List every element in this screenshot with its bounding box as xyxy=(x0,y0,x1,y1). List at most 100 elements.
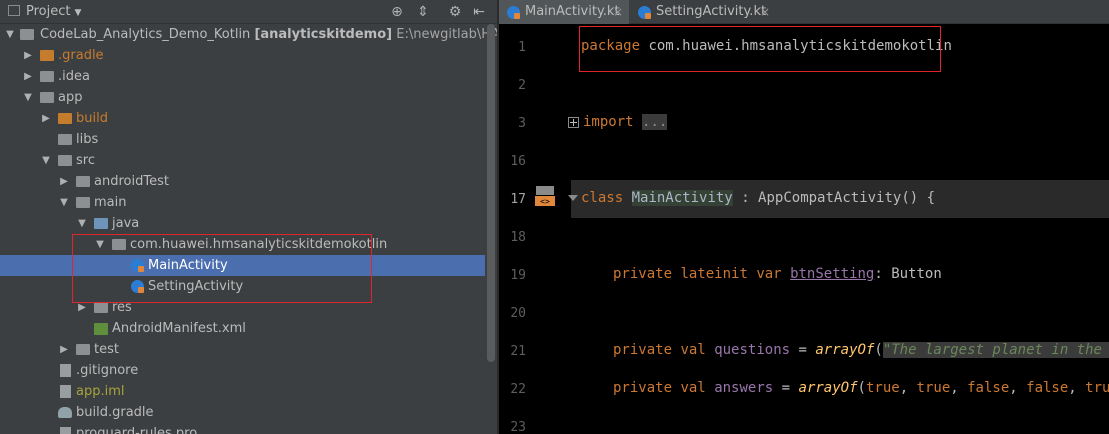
chevron-right-icon[interactable]: ▶ xyxy=(58,171,70,192)
tree-row-app[interactable]: ▼ app xyxy=(0,87,485,108)
chevron-down-icon[interactable]: ▼ xyxy=(22,87,34,108)
paren: ( xyxy=(857,380,866,396)
manifest-icon xyxy=(94,323,108,335)
chevron-right-icon[interactable]: ▶ xyxy=(22,66,34,87)
tree-row-gradle-dir[interactable]: ▶ .gradle xyxy=(0,45,485,66)
tree-row-proguard[interactable]: proguard-rules.pro xyxy=(0,423,485,434)
tree-row-test[interactable]: ▶ test xyxy=(0,339,485,360)
folded-imports[interactable]: ... xyxy=(642,114,668,130)
keyword: val xyxy=(680,380,706,396)
property-name: btnSetting xyxy=(790,266,875,282)
chevron-down-icon[interactable]: ▼ xyxy=(40,150,52,171)
tree-row-java[interactable]: ▼ java xyxy=(0,213,485,234)
code-line-22[interactable]: private val answers = arrayOf(true, true… xyxy=(613,380,1109,396)
code-line-19[interactable]: private lateinit var btnSetting: Button xyxy=(613,266,942,282)
property-name: answers xyxy=(714,380,774,396)
close-icon[interactable]: × xyxy=(613,0,623,24)
tree-label: AndroidManifest.xml xyxy=(112,321,246,336)
project-scrollbar[interactable] xyxy=(487,24,495,362)
tree-row-build-gradle[interactable]: build.gradle xyxy=(0,402,485,423)
project-panel: Project ▼ ⊕ ⇕ ⚙ ⇤ ▼ CodeLab_Analytics_Dem… xyxy=(0,0,497,434)
line-number: 3 xyxy=(518,116,526,131)
fold-icon[interactable] xyxy=(568,195,578,201)
tree-row-libs[interactable]: libs xyxy=(0,129,485,150)
separator: , xyxy=(950,380,968,396)
expand-icon[interactable] xyxy=(568,117,579,128)
code-line-3[interactable]: import ... xyxy=(583,114,668,130)
tree-label: app.iml xyxy=(76,384,125,399)
chevron-right-icon[interactable]: ▶ xyxy=(40,108,52,129)
project-tree: ▼ CodeLab_Analytics_Demo_Kotlin [analyti… xyxy=(0,24,497,434)
keyword: class xyxy=(581,190,624,206)
folder-icon xyxy=(76,344,90,355)
collapse-icon[interactable]: ⇕ xyxy=(414,3,432,21)
project-panel-header: Project ▼ ⊕ ⇕ ⚙ ⇤ xyxy=(0,0,497,24)
project-view-selector[interactable]: Project ▼ xyxy=(8,4,81,19)
chevron-right-icon[interactable]: ▶ xyxy=(22,45,34,66)
target-icon[interactable]: ⊕ xyxy=(388,3,406,21)
project-title: Project xyxy=(26,4,71,19)
editor-tabs: MainActivity.kt × SettingActivity.kt × xyxy=(499,0,1109,24)
keyword: private xyxy=(613,266,673,282)
line-number: 23 xyxy=(510,420,526,434)
tree-label: proguard-rules.pro xyxy=(76,426,198,434)
tree-label: app xyxy=(58,90,83,105)
keyword: var xyxy=(756,266,782,282)
highlight-box-package xyxy=(72,234,372,303)
code-editor: MainActivity.kt × SettingActivity.kt × 1… xyxy=(499,0,1109,434)
tree-row-gitignore[interactable]: .gitignore xyxy=(0,360,485,381)
separator: , xyxy=(899,380,917,396)
tab-label: SettingActivity.kt xyxy=(656,4,767,19)
code-line-17[interactable]: class MainActivity : AppCompatActivity()… xyxy=(581,190,935,206)
paren: ( xyxy=(874,342,883,358)
kotlin-class-icon xyxy=(638,6,651,19)
function-call: arrayOf xyxy=(815,342,875,358)
kotlin-class-icon xyxy=(507,6,520,19)
tab-settingactivity[interactable]: SettingActivity.kt × xyxy=(630,0,780,24)
chevron-down-icon[interactable]: ▼ xyxy=(4,24,16,45)
line-number: 20 xyxy=(510,306,526,321)
folder-icon xyxy=(20,29,34,40)
source-folder-icon xyxy=(94,218,108,229)
chevron-right-icon[interactable]: ▶ xyxy=(58,339,70,360)
chevron-down-icon: ▼ xyxy=(74,8,82,18)
tree-row-root[interactable]: ▼ CodeLab_Analytics_Demo_Kotlin [analyti… xyxy=(0,24,497,45)
tree-row-app-iml[interactable]: app.iml xyxy=(0,381,485,402)
gear-icon[interactable]: ⚙ xyxy=(446,3,464,21)
tree-label: .gradle xyxy=(58,48,104,63)
line-number: 19 xyxy=(510,268,526,283)
resource-folder-icon xyxy=(94,302,108,313)
svg-text:<>: <> xyxy=(540,197,550,206)
editor-gutter: 1 2 3 16 17 18 19 20 21 22 23 xyxy=(499,24,571,434)
file-icon xyxy=(60,364,71,377)
tree-row-androidtest[interactable]: ▶ androidTest xyxy=(0,171,485,192)
tree-label: .gitignore xyxy=(76,363,139,378)
tree-row-build[interactable]: ▶ build xyxy=(0,108,485,129)
folder-icon xyxy=(58,155,72,166)
separator: , xyxy=(1009,380,1027,396)
keyword: private xyxy=(613,342,673,358)
layout-preview-icon[interactable]: <> xyxy=(534,185,556,207)
tree-label: libs xyxy=(76,132,99,147)
folder-icon xyxy=(58,134,72,145)
hide-icon[interactable]: ⇤ xyxy=(470,3,488,21)
tree-row-src[interactable]: ▼ src xyxy=(0,150,485,171)
tree-row-main[interactable]: ▼ main xyxy=(0,192,485,213)
tree-label: src xyxy=(76,153,95,168)
close-icon[interactable]: × xyxy=(760,0,770,24)
line-number: 16 xyxy=(510,154,526,169)
tree-row-manifest[interactable]: AndroidManifest.xml xyxy=(0,318,485,339)
line-number: 1 xyxy=(518,40,526,55)
type-annotation: : Button xyxy=(874,266,942,282)
boolean-literal: true xyxy=(1085,380,1109,396)
code-line-21[interactable]: private val questions = arrayOf("The lar… xyxy=(613,342,1109,358)
operator: = xyxy=(798,342,807,358)
folder-icon xyxy=(76,176,90,187)
chevron-down-icon[interactable]: ▼ xyxy=(76,213,88,234)
folder-icon xyxy=(40,50,54,61)
folder-icon xyxy=(76,197,90,208)
tree-row-idea[interactable]: ▶ .idea xyxy=(0,66,485,87)
tab-mainactivity[interactable]: MainActivity.kt × xyxy=(499,0,629,24)
chevron-down-icon[interactable]: ▼ xyxy=(58,192,70,213)
tree-label: build xyxy=(76,111,108,126)
